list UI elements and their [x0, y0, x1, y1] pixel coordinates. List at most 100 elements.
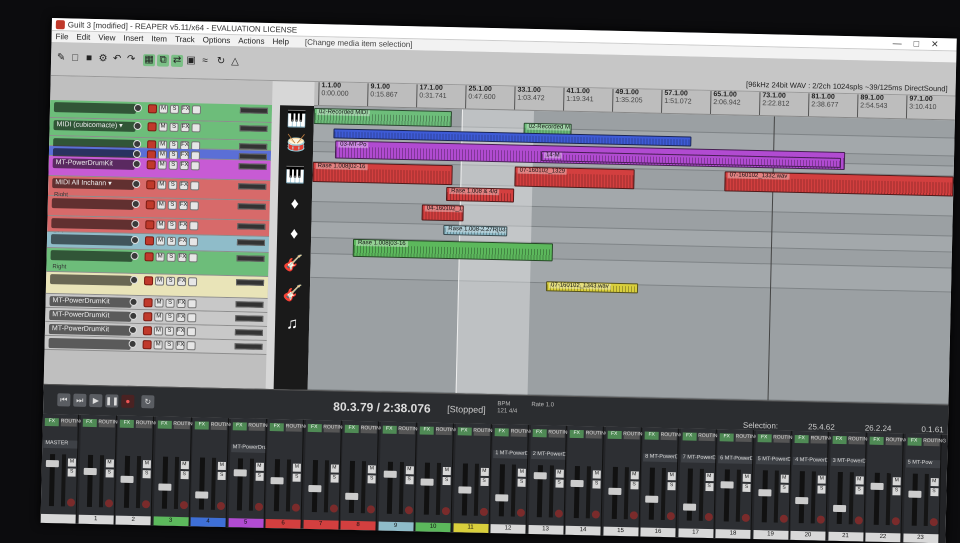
solo-button[interactable]: S	[165, 298, 175, 308]
track-volume-knob[interactable]	[133, 103, 143, 113]
solo-button[interactable]: S	[165, 276, 176, 286]
grid-toggle-icon[interactable]: ▦	[142, 54, 156, 67]
mute-button[interactable]: M	[153, 326, 164, 336]
strip-fader-cap[interactable]	[645, 495, 659, 503]
phase-button[interactable]	[189, 201, 199, 211]
strip-routing-button[interactable]: ROUTING	[623, 431, 646, 440]
track-volume-knob[interactable]	[129, 297, 138, 307]
strip-mute-button[interactable]: M	[817, 475, 826, 484]
redo-icon[interactable]: ↷	[125, 54, 137, 66]
strip-routing-button[interactable]: ROUTING	[173, 420, 196, 430]
solo-button[interactable]: S	[164, 340, 174, 350]
strip-record-arm[interactable]	[704, 512, 713, 522]
strip-fx-button[interactable]: FX	[307, 423, 322, 433]
strip-solo-button[interactable]: S	[854, 486, 864, 495]
strip-mute-button[interactable]: M	[517, 468, 526, 477]
strip-fader-track[interactable]	[498, 464, 505, 517]
new-project-icon[interactable]: ✎	[55, 52, 67, 64]
strip-mute-button[interactable]: M	[105, 459, 114, 468]
strip-fader-cap[interactable]	[682, 503, 696, 511]
strip-fader-cap[interactable]	[345, 492, 359, 501]
envelope-icon[interactable]: ≈	[199, 55, 211, 67]
record-arm-button[interactable]	[143, 312, 153, 322]
strip-mute-button[interactable]: M	[217, 461, 226, 471]
solo-button[interactable]: S	[164, 326, 175, 336]
strip-routing-button[interactable]: ROUTING	[285, 423, 309, 432]
playrate-control[interactable]: Rate 1.0	[531, 402, 554, 409]
mixer-strip[interactable]: FX ROUTING 1 MT-PowerDr M S 12	[490, 424, 534, 534]
strip-routing-button[interactable]: ROUTING	[360, 425, 384, 434]
master-strip[interactable]: FX ROUTING MASTER M S	[40, 413, 84, 524]
phase-button[interactable]	[187, 313, 197, 323]
mixer-strip[interactable]: FX ROUTING 6 MT-PowerDr M S 18	[715, 429, 759, 540]
strip-fader-cap[interactable]	[870, 482, 884, 490]
media-item[interactable]: 02-Recorded MIDI	[313, 107, 452, 128]
fx-button[interactable]: FX	[176, 312, 186, 323]
menu-file[interactable]: File	[55, 32, 68, 41]
strip-fader-track[interactable]	[836, 471, 843, 525]
fx-button[interactable]: FX	[175, 340, 185, 351]
strip-mute-button[interactable]: M	[405, 466, 414, 475]
strip-solo-button[interactable]: S	[554, 479, 564, 488]
mixer-strip[interactable]: FX ROUTING M S 1	[78, 414, 121, 525]
track-name[interactable]	[49, 274, 133, 286]
strip-record-arm[interactable]	[816, 515, 825, 524]
mixer-strip[interactable]: FX ROUTING 2 MT-PowerDr M S 13	[527, 424, 571, 535]
solo-button[interactable]: S	[169, 122, 179, 132]
repeat-icon[interactable]: ↻	[141, 395, 155, 409]
record-icon[interactable]: ●	[121, 394, 135, 408]
strip-fx-button[interactable]: FX	[794, 434, 809, 444]
strip-record-arm[interactable]	[779, 514, 788, 523]
strip-mute-button[interactable]: M	[142, 460, 151, 469]
fx-button[interactable]: FX	[180, 104, 191, 115]
menu-view[interactable]: View	[98, 33, 115, 42]
window-controls[interactable]: —□✕	[893, 38, 951, 50]
record-arm-button[interactable]	[146, 180, 156, 190]
strip-routing-button[interactable]: ROUTING	[398, 425, 421, 435]
track-lane[interactable]	[307, 277, 952, 405]
undo-icon[interactable]: ↶	[111, 53, 123, 65]
track-volume-knob[interactable]	[131, 219, 140, 229]
strip-solo-button[interactable]: S	[479, 477, 489, 487]
strip-fx-button[interactable]: FX	[382, 425, 397, 434]
record-arm-button[interactable]	[145, 220, 155, 230]
strip-fader-track[interactable]	[911, 473, 918, 526]
mute-button[interactable]: M	[153, 340, 163, 350]
strip-solo-button[interactable]: S	[742, 483, 751, 492]
strip-record-arm[interactable]	[441, 506, 451, 516]
strip-routing-button[interactable]: ROUTING	[248, 422, 271, 431]
strip-solo-button[interactable]: S	[367, 475, 376, 484]
menu-edit[interactable]: Edit	[76, 33, 90, 42]
strip-record-arm[interactable]	[479, 507, 488, 517]
strip-record-arm[interactable]	[629, 511, 638, 520]
phase-button[interactable]	[188, 237, 199, 247]
track-volume-knob[interactable]	[132, 179, 141, 189]
strip-name[interactable]: MT-PowerDru	[230, 444, 265, 453]
phase-button[interactable]	[187, 277, 198, 287]
track-name[interactable]	[50, 234, 134, 246]
menu-item[interactable]: Item	[151, 34, 167, 43]
fx-button[interactable]: FX	[180, 122, 190, 133]
strip-fx-button[interactable]: FX	[757, 434, 772, 443]
strip-fader-cap[interactable]	[832, 504, 846, 513]
track-name[interactable]	[48, 338, 131, 350]
mute-button[interactable]: M	[155, 236, 166, 246]
solo-button[interactable]: S	[167, 220, 177, 230]
strip-record-arm[interactable]	[141, 500, 151, 509]
strip-fader-track[interactable]	[386, 461, 393, 514]
solo-button[interactable]: S	[166, 236, 177, 246]
strip-fader-track[interactable]	[348, 460, 356, 513]
strip-record-arm[interactable]	[291, 503, 301, 512]
strip-mute-button[interactable]: M	[667, 472, 676, 481]
strip-routing-button[interactable]: ROUTING	[848, 436, 871, 445]
strip-name[interactable]: 8 MT-PowerDr	[643, 453, 678, 463]
strip-solo-button[interactable]: S	[142, 470, 151, 479]
track-volume-knob[interactable]	[131, 199, 140, 209]
media-item[interactable]: Rase 1.008[02-16	[312, 161, 453, 186]
strip-fx-button[interactable]: FX	[569, 429, 584, 439]
track-name[interactable]	[53, 102, 137, 114]
strip-record-arm[interactable]	[929, 518, 938, 527]
mixer-strip[interactable]: FX ROUTING M S 3	[153, 416, 196, 527]
strip-fx-button[interactable]: FX	[157, 420, 172, 429]
strip-fader-cap[interactable]	[570, 479, 584, 488]
